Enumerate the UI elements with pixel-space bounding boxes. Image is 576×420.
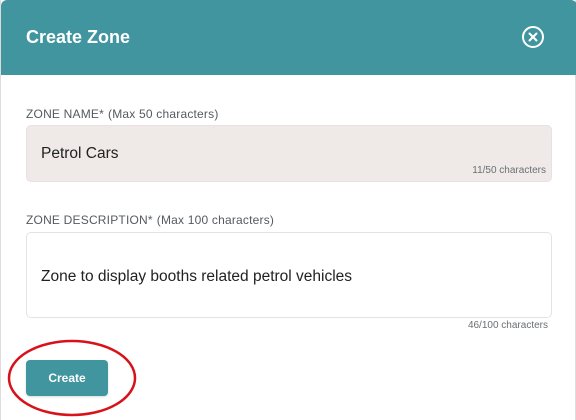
zone-name-input[interactable]: Petrol Cars 11/50 characters (26, 125, 552, 182)
zone-description-textarea[interactable]: Zone to display booths related petrol ve… (26, 232, 552, 318)
zone-name-counter: 11/50 characters (472, 165, 546, 176)
zone-description-counter: 46/100 characters (467, 320, 548, 331)
create-button[interactable]: Create (26, 360, 108, 396)
dialog-title: Create Zone (26, 27, 131, 47)
create-zone-dialog: Create Zone ZONE NAME* (Max 50 characters… (0, 0, 576, 420)
zone-description-label-text: ZONE DESCRIPTION* (26, 213, 153, 227)
zone-name-value: Petrol Cars (41, 145, 119, 162)
dialog-header: Create Zone (1, 0, 576, 75)
zone-name-hint: (Max 50 characters) (108, 107, 219, 121)
zone-name-label: ZONE NAME* (Max 50 characters) (26, 106, 219, 122)
close-circle-icon (522, 26, 544, 48)
close-button[interactable] (521, 25, 545, 49)
zone-name-label-text: ZONE NAME* (26, 107, 105, 121)
zone-description-value: Zone to display booths related petrol ve… (41, 268, 353, 285)
zone-description-hint: (Max 100 characters) (156, 213, 275, 227)
zone-description-label: ZONE DESCRIPTION* (Max 100 characters) (26, 212, 274, 228)
